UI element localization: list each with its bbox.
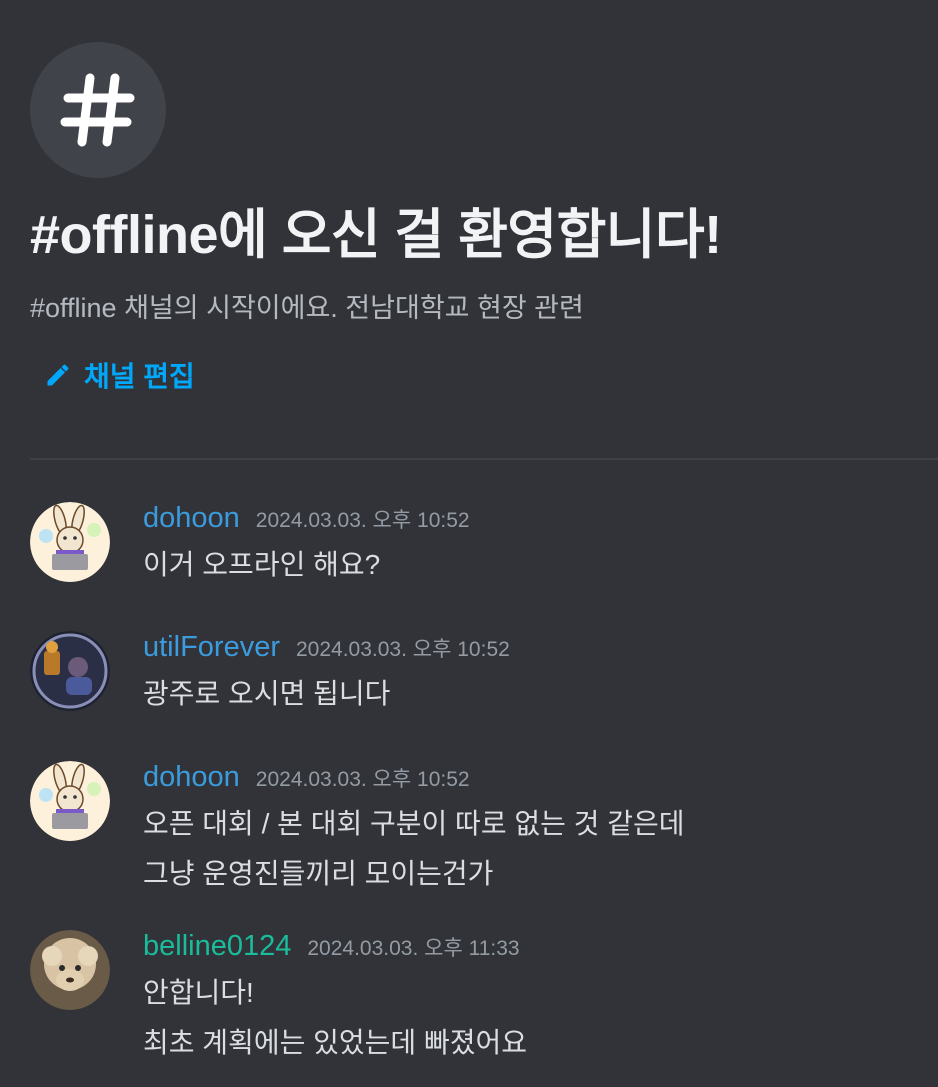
rabbit-laptop-avatar-icon (30, 502, 110, 582)
message-text: 그냥 운영진들끼리 모이는건가 (143, 858, 494, 889)
username[interactable]: dohoon (143, 502, 240, 535)
edit-channel-label: 채널 편집 (84, 361, 195, 392)
message-content: dohoon 2024.03.03. 오후 10:52 이거 오프라인 해요? (143, 502, 470, 590)
message-header: dohoon 2024.03.03. 오후 10:52 (143, 761, 684, 799)
channel-hash-icon (30, 42, 166, 178)
channel-welcome: #offline에 오신 걸 환영합니다! #offline 채널의 시작이에요… (30, 42, 910, 395)
welcome-title: #offline에 오신 걸 환영합니다! (30, 205, 722, 265)
username[interactable]: belline0124 (143, 930, 291, 963)
person-photo-avatar-icon (30, 631, 110, 711)
message-header: dohoon 2024.03.03. 오후 10:52 (143, 502, 470, 540)
chat-view: #offline에 오신 걸 환영합니다! #offline 채널의 시작이에요… (0, 0, 938, 1087)
timestamp[interactable]: 2024.03.03. 오후 11:33 (307, 932, 519, 962)
alpaca-avatar-icon (30, 930, 110, 1010)
avatar[interactable] (30, 930, 110, 1010)
avatar[interactable] (30, 631, 110, 711)
message-text: 광주로 오시면 됩니다 (143, 678, 391, 709)
message-content: belline0124 2024.03.03. 오후 11:33 안합니다! 최… (143, 930, 527, 1068)
divider (30, 458, 938, 460)
message-text: 안합니다! (143, 977, 254, 1008)
hash-icon (60, 73, 135, 147)
message-content: utilForever 2024.03.03. 오후 10:52 광주로 오시면… (143, 631, 510, 719)
message-header: belline0124 2024.03.03. 오후 11:33 (143, 930, 527, 968)
message-text: 오픈 대회 / 본 대회 구분이 따로 없는 것 같은데 (143, 808, 685, 839)
message-text: 이거 오프라인 해요? (143, 549, 381, 580)
rabbit-laptop-avatar-icon (30, 761, 110, 841)
username[interactable]: utilForever (143, 631, 280, 664)
username[interactable]: dohoon (143, 761, 240, 794)
avatar[interactable] (30, 761, 110, 841)
timestamp[interactable]: 2024.03.03. 오후 10:52 (256, 763, 470, 793)
message-header: utilForever 2024.03.03. 오후 10:52 (143, 631, 510, 669)
timestamp[interactable]: 2024.03.03. 오후 10:52 (296, 633, 510, 663)
message-content: dohoon 2024.03.03. 오후 10:52 오픈 대회 / 본 대회… (143, 761, 684, 899)
welcome-subtitle: #offline 채널의 시작이에요. 전남대학교 현장 관련 (30, 293, 584, 323)
pencil-icon (47, 364, 69, 386)
edit-channel-button[interactable]: 채널 편집 (44, 355, 195, 395)
message-text: 최초 계획에는 있었는데 빠졌어요 (143, 1027, 527, 1058)
timestamp[interactable]: 2024.03.03. 오후 10:52 (256, 504, 470, 534)
avatar[interactable] (30, 502, 110, 582)
